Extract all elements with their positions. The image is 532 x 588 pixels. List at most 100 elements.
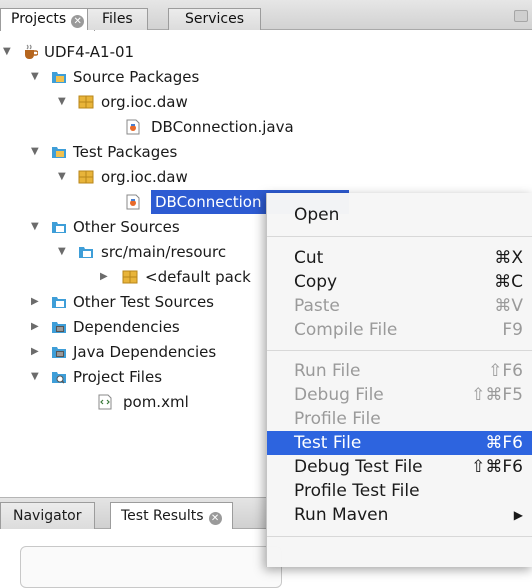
menu-item-debug-test-file[interactable]: Debug Test File ⇧⌘F6 xyxy=(267,455,532,479)
menu-item-profile-test-file[interactable]: Profile Test File xyxy=(267,479,532,503)
tree-label-resources: src/main/resourc xyxy=(101,243,227,261)
tree-expand-icon[interactable]: ▼ xyxy=(58,165,66,189)
tree-node-test-package[interactable]: ▼ org.ioc.daw xyxy=(0,165,270,189)
menu-item-profile-file: Profile File xyxy=(267,407,532,431)
menu-shortcut-copy: ⌘C xyxy=(494,272,523,292)
tree-node-default-package[interactable]: ▶ <default pack xyxy=(0,265,270,289)
project-files-icon xyxy=(52,372,66,384)
java-file-icon xyxy=(126,119,140,135)
tree-node-java-dependencies[interactable]: ▶ Java Dependencies xyxy=(0,340,270,364)
tree-label-java-dependencies: Java Dependencies xyxy=(73,343,217,361)
tree-node-project[interactable]: ▼ UDF4-A1-01 xyxy=(0,40,270,64)
tree-node-other-test-sources[interactable]: ▶ Other Test Sources xyxy=(0,290,270,314)
projects-tab-strip: Projects ✕ Files Services xyxy=(0,0,532,31)
tree-label-source-packages: Source Packages xyxy=(73,68,200,86)
tree-label-dependencies: Dependencies xyxy=(73,318,180,336)
tree-node-test-packages[interactable]: ▼ Test Packages xyxy=(0,140,270,164)
tree-node-source-package[interactable]: ▼ org.ioc.daw xyxy=(0,90,270,114)
menu-separator xyxy=(267,236,532,237)
tree-label-source-package: org.ioc.daw xyxy=(101,93,188,111)
menu-item-run-file: Run File ⇧F6 xyxy=(267,359,532,383)
menu-label-run-maven: Run Maven xyxy=(294,505,389,525)
tree-label-default-package: <default pack xyxy=(145,268,251,286)
tree-collapse-icon[interactable]: ▶ xyxy=(31,340,39,364)
java-file-icon xyxy=(126,194,140,210)
menu-item-paste: Paste ⌘V xyxy=(267,294,532,318)
tab-services-label: Services xyxy=(185,11,245,27)
menu-shortcut-cut: ⌘X xyxy=(494,248,523,268)
tree-expand-icon[interactable]: ▼ xyxy=(58,90,66,114)
folder-icon xyxy=(79,247,93,258)
menu-label-profile-test: Profile Test File xyxy=(294,481,420,501)
xml-file-icon xyxy=(98,394,112,410)
test-folder-icon xyxy=(52,147,66,158)
tab-files-label: Files xyxy=(102,11,133,27)
menu-item-cut[interactable]: Cut ⌘X xyxy=(267,246,532,270)
tree-expand-icon[interactable]: ▼ xyxy=(3,40,11,64)
tree-node-resources[interactable]: ▼ src/main/resourc xyxy=(0,240,270,264)
menu-label-debug: Debug File xyxy=(294,385,384,405)
folder-icon xyxy=(52,297,66,308)
folder-icon xyxy=(52,222,66,233)
menu-shortcut-compile: F9 xyxy=(502,320,523,340)
tree-node-project-files[interactable]: ▼ Project Files xyxy=(0,365,270,389)
package-icon xyxy=(122,270,138,284)
source-folder-icon xyxy=(52,72,66,83)
package-icon xyxy=(78,95,94,109)
menu-label-run: Run File xyxy=(294,361,361,381)
menu-label-cut: Cut xyxy=(294,248,324,268)
tree-node-source-file[interactable]: DBConnection.java xyxy=(0,115,310,139)
tree-collapse-icon[interactable]: ▶ xyxy=(31,290,39,314)
window-minimize-icon[interactable] xyxy=(514,10,528,22)
tree-collapse-icon[interactable]: ▶ xyxy=(100,265,108,289)
tab-test-results-label: Test Results xyxy=(121,508,204,524)
tab-services[interactable]: Services xyxy=(168,8,262,30)
tab-navigator-label: Navigator xyxy=(13,508,82,524)
maven-project-icon xyxy=(25,44,38,59)
tree-label-project: UDF4-A1-01 xyxy=(44,43,135,61)
menu-label-open: Open xyxy=(294,205,340,225)
menu-item-run-maven[interactable]: Run Maven ▶ xyxy=(267,503,532,527)
menu-item-debug-file: Debug File ⇧⌘F5 xyxy=(267,383,532,407)
package-icon xyxy=(78,170,94,184)
tree-node-other-sources[interactable]: ▼ Other Sources xyxy=(0,215,270,239)
tree-expand-icon[interactable]: ▼ xyxy=(31,215,39,239)
tab-navigator[interactable]: Navigator xyxy=(0,502,95,529)
tab-close-icon[interactable]: ✕ xyxy=(208,512,222,525)
tree-node-dependencies[interactable]: ▶ Dependencies xyxy=(0,315,270,339)
tab-projects-label: Projects xyxy=(11,11,67,27)
tree-expand-icon[interactable]: ▼ xyxy=(31,65,39,89)
menu-item-test-file[interactable]: Test File ⌘F6 xyxy=(267,431,532,455)
menu-item-compile-file: Compile File F9 xyxy=(267,318,532,342)
menu-label-paste: Paste xyxy=(294,296,340,316)
tree-node-pom[interactable]: pom.xml xyxy=(0,390,270,414)
tab-projects[interactable]: Projects ✕ xyxy=(0,8,96,31)
menu-separator xyxy=(267,536,532,537)
tree-label-test-package: org.ioc.daw xyxy=(101,168,188,186)
tree-node-source-packages[interactable]: ▼ Source Packages xyxy=(0,65,270,89)
menu-label-copy: Copy xyxy=(294,272,338,292)
tab-test-results[interactable]: Test Results ✕ xyxy=(110,502,233,529)
submenu-arrow-icon: ▶ xyxy=(513,508,523,522)
tree-label-other-sources: Other Sources xyxy=(73,218,180,236)
library-icon xyxy=(52,322,66,333)
bottom-tab-strip: Navigator Test Results ✕ xyxy=(0,497,270,529)
menu-shortcut-debug-test: ⇧⌘F6 xyxy=(471,457,523,477)
menu-shortcut-test: ⌘F6 xyxy=(485,433,523,453)
menu-shortcut-run: ⇧F6 xyxy=(488,361,523,381)
menu-label-compile: Compile File xyxy=(294,320,398,340)
menu-label-profile: Profile File xyxy=(294,409,381,429)
tree-label-test-packages: Test Packages xyxy=(73,143,178,161)
tree-expand-icon[interactable]: ▼ xyxy=(58,240,66,264)
context-menu: Open Cut ⌘X Copy ⌘C Paste ⌘V Compile Fil… xyxy=(266,193,532,567)
tab-files[interactable]: Files xyxy=(87,8,148,30)
menu-label-debug-test: Debug Test File xyxy=(294,457,423,477)
menu-item-copy[interactable]: Copy ⌘C xyxy=(267,270,532,294)
tree-expand-icon[interactable]: ▼ xyxy=(31,140,39,164)
menu-item-open[interactable]: Open xyxy=(267,203,532,227)
tab-close-icon[interactable]: ✕ xyxy=(71,15,85,28)
menu-separator xyxy=(267,350,532,351)
tree-collapse-icon[interactable]: ▶ xyxy=(31,315,39,339)
tree-expand-icon[interactable]: ▼ xyxy=(31,365,39,389)
menu-shortcut-debug: ⇧⌘F5 xyxy=(471,385,523,405)
